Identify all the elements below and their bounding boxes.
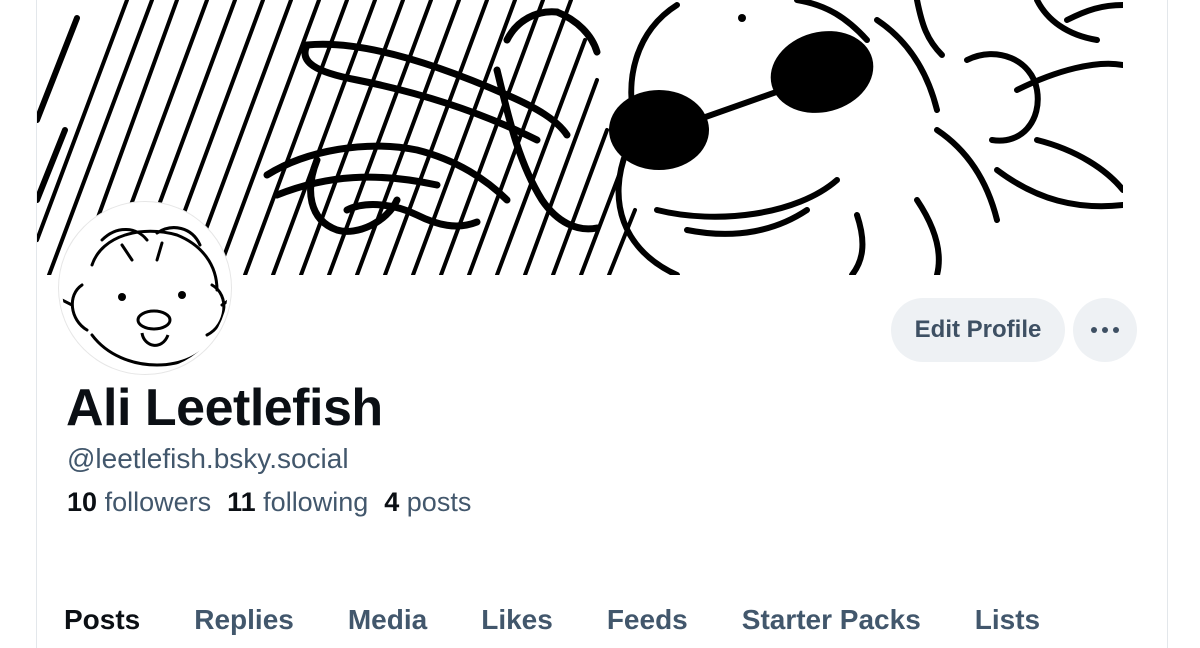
tab-feeds[interactable]: Feeds	[607, 604, 688, 636]
following-count: 11	[227, 487, 256, 517]
profile-tabs: Posts Replies Media Likes Feeds Starter …	[37, 592, 1137, 648]
profile-avatar[interactable]	[59, 202, 231, 374]
tab-likes[interactable]: Likes	[481, 604, 553, 636]
posts-label: posts	[406, 487, 472, 517]
following-link[interactable]: 11 following	[227, 487, 368, 517]
ellipsis-icon	[1091, 327, 1119, 333]
posts-count: 4	[384, 487, 400, 517]
following-label: following	[263, 487, 369, 517]
tab-lists[interactable]: Lists	[975, 604, 1040, 636]
tab-posts[interactable]: Posts	[64, 604, 140, 636]
profile-handle: @leetlefish.bsky.social	[67, 443, 349, 474]
followers-label: followers	[104, 487, 212, 517]
followers-count: 10	[67, 487, 98, 517]
tab-replies[interactable]: Replies	[194, 604, 294, 636]
tab-starter-packs[interactable]: Starter Packs	[742, 604, 921, 636]
followers-link[interactable]: 10 followers	[67, 487, 211, 517]
display-name: Ali Leetlefish	[66, 379, 383, 437]
tab-media[interactable]: Media	[348, 604, 427, 636]
posts-stat: 4 posts	[384, 487, 471, 517]
avatar-drawing	[62, 226, 228, 367]
edit-profile-button[interactable]: Edit Profile	[891, 298, 1065, 362]
more-options-button[interactable]	[1073, 298, 1137, 362]
profile-stats: 10 followers 11 following 4 posts	[67, 487, 471, 518]
